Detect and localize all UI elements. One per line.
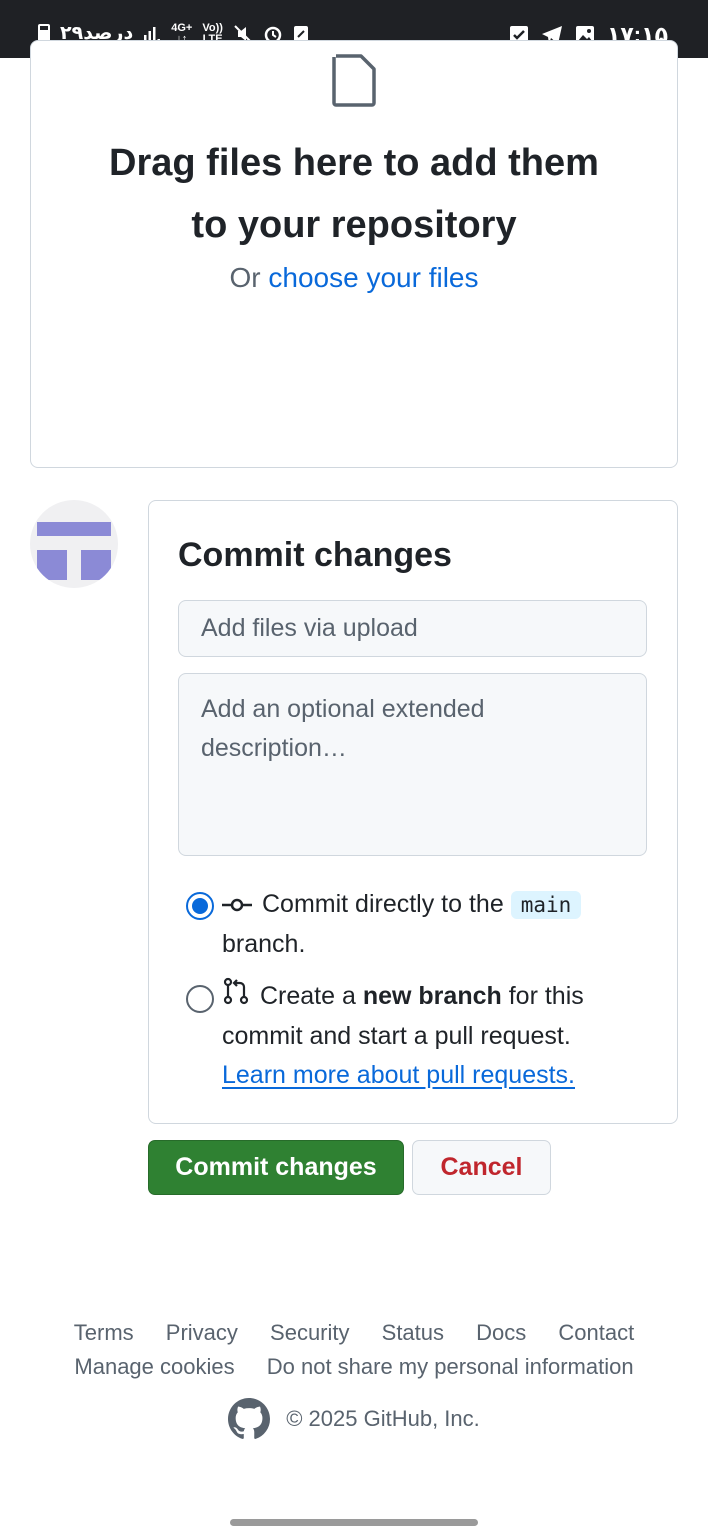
- drop-zone-title: Drag files here to add them to your repo…: [109, 142, 599, 246]
- new-branch-radio[interactable]: [186, 985, 214, 1013]
- avatar[interactable]: [30, 500, 118, 588]
- commit-direct-radio[interactable]: [186, 892, 214, 920]
- git-pull-request-icon: [222, 977, 250, 1017]
- github-mark-icon[interactable]: [228, 1398, 271, 1440]
- footer-link-do-not-share[interactable]: Do not share my personal information: [267, 1354, 634, 1379]
- footer-link-manage-cookies[interactable]: Manage cookies: [74, 1354, 234, 1379]
- home-indicator[interactable]: [230, 1519, 478, 1526]
- commit-description-textarea[interactable]: [178, 673, 647, 856]
- file-icon: [332, 54, 376, 107]
- footer-link-terms[interactable]: Terms: [74, 1320, 134, 1345]
- commit-direct-option[interactable]: Commit directly to the main branch.: [222, 885, 632, 964]
- branch-name-badge: main: [510, 891, 582, 919]
- commit-heading: Commit changes: [178, 536, 452, 574]
- learn-more-pull-requests-link[interactable]: Learn more about pull requests.: [222, 1061, 575, 1089]
- git-commit-icon: [222, 886, 252, 925]
- footer-link-docs[interactable]: Docs: [476, 1320, 526, 1345]
- commit-summary-input[interactable]: [178, 600, 647, 657]
- footer-link-security[interactable]: Security: [270, 1320, 349, 1345]
- drop-zone-subtitle: Or choose your files: [229, 262, 479, 293]
- footer-link-contact[interactable]: Contact: [558, 1320, 634, 1345]
- footer-link-status[interactable]: Status: [382, 1320, 444, 1345]
- choose-files-link[interactable]: choose your files: [268, 262, 478, 293]
- cancel-button[interactable]: Cancel: [412, 1140, 551, 1195]
- new-branch-option[interactable]: Create a new branch for this commit and …: [222, 977, 632, 1095]
- footer-copyright-row: © 2025 GitHub, Inc.: [0, 1398, 708, 1440]
- footer-links: Terms Privacy Security Status Docs Conta…: [0, 1316, 708, 1384]
- avatar-identicon: [37, 522, 111, 580]
- commit-changes-button[interactable]: Commit changes: [148, 1140, 404, 1195]
- copyright-text: © 2025 GitHub, Inc.: [286, 1406, 480, 1431]
- footer-link-privacy[interactable]: Privacy: [166, 1320, 238, 1345]
